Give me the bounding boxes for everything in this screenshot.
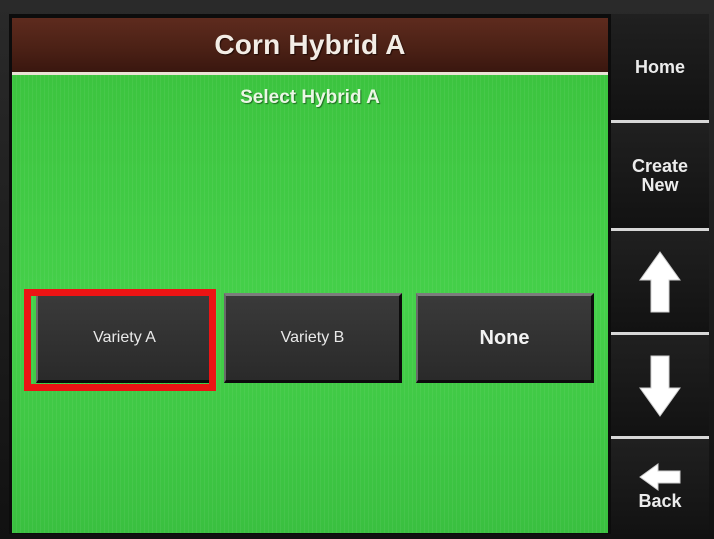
home-label: Home [634, 56, 685, 77]
variety-b-label: Variety B [280, 329, 345, 346]
subtitle: Select Hybrid A [240, 87, 380, 108]
scroll-up-button[interactable] [611, 228, 709, 332]
create-new-label: Create New [631, 155, 689, 195]
none-label: None [479, 326, 530, 349]
title-bar: Corn Hybrid A [12, 18, 608, 75]
arrow-down-icon [639, 355, 681, 417]
none-button[interactable]: None [416, 293, 594, 383]
create-new-button[interactable]: Create New [611, 120, 709, 228]
back-label: Back [638, 491, 682, 511]
arrow-up-icon [639, 250, 681, 312]
scroll-down-button[interactable] [611, 332, 709, 436]
variety-a-button[interactable]: Variety A [36, 293, 214, 383]
page-title: Corn Hybrid A [214, 29, 406, 60]
display-screen: Corn Hybrid A Select Hybrid A Variety A … [9, 14, 709, 534]
main-panel: Select Hybrid A Variety A Variety B None [12, 75, 608, 533]
home-button[interactable]: Home [611, 14, 709, 120]
variety-a-label: Variety A [93, 329, 156, 346]
back-button[interactable]: Back [611, 436, 709, 534]
arrow-left-icon [639, 463, 681, 491]
variety-b-button[interactable]: Variety B [224, 293, 402, 383]
